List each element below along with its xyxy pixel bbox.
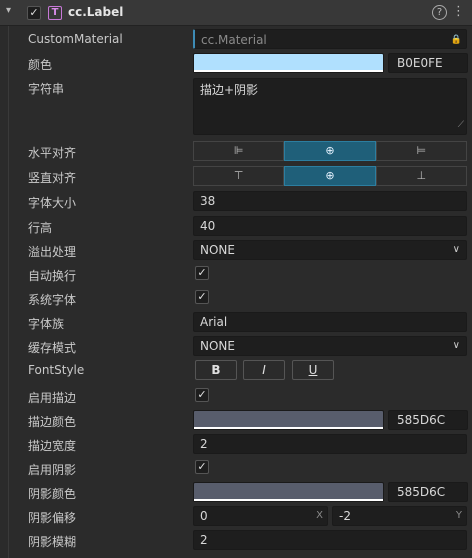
align-right-icon[interactable]: ⊨ [375,141,467,161]
font-style-label: FontStyle [28,363,85,377]
lock-icon[interactable]: 🔒 [451,30,462,48]
string-label: 字符串 [28,82,65,96]
outline-enabled-label: 启用描边 [28,391,77,405]
outline-enabled-checkbox[interactable]: ✓ [195,388,209,402]
h-align-segmented-control: ⊫ ⊕ ⊨ [193,141,467,161]
custom-material-value: cc.Material [201,33,267,47]
chevron-down-icon: ∨ [452,340,460,351]
system-font-label: 系统字体 [28,293,77,307]
help-icon[interactable]: ? [432,5,447,20]
shadow-color-hex-input[interactable]: 585D6C [388,482,468,502]
alpha-bar [194,70,383,72]
shadow-offset-label: 阴影偏移 [28,511,77,525]
component-title: cc.Label [68,5,124,19]
font-size-label: 字体大小 [28,196,77,210]
shadow-enabled-label: 启用阴影 [28,463,77,477]
line-height-input[interactable]: 40 [193,216,467,236]
v-align-label: 竖直对齐 [28,171,77,185]
h-align-label: 水平对齐 [28,146,77,160]
component-header[interactable]: ▾ ✓ T cc.Label ? ⋮ [0,0,472,26]
component-enabled-checkbox[interactable]: ✓ [27,6,41,20]
system-font-checkbox[interactable]: ✓ [195,290,209,304]
shadow-offset-y-value: -2 [339,509,351,523]
font-family-label: 字体族 [28,317,65,331]
overflow-select[interactable]: NONE ∨ [193,240,467,260]
indent-rule [8,26,9,558]
wrap-label: 自动换行 [28,269,77,283]
shadow-blur-input[interactable]: 2 [193,530,467,550]
alpha-bar [194,499,383,501]
italic-button[interactable]: I [243,360,285,380]
string-textarea[interactable]: 描边+阴影 ⟋ [193,78,467,135]
collapse-caret-icon[interactable]: ▾ [6,5,11,16]
outline-width-label: 描边宽度 [28,439,77,453]
font-family-input[interactable]: Arial [193,312,467,332]
resize-handle-icon[interactable]: ⟋ [458,116,464,134]
color-label: 颜色 [28,58,53,72]
shadow-blur-label: 阴影模糊 [28,535,77,549]
font-size-input[interactable]: 38 [193,191,467,211]
shadow-color-label: 阴影颜色 [28,487,77,501]
outline-color-label: 描边颜色 [28,415,77,429]
align-bottom-icon[interactable]: ⊥ [375,166,467,186]
shadow-color-swatch[interactable] [193,482,384,502]
align-center-icon[interactable]: ⊕ [284,141,376,161]
overflow-label: 溢出处理 [28,245,77,259]
outline-width-input[interactable]: 2 [193,434,467,454]
cache-mode-select[interactable]: NONE ∨ [193,336,467,356]
cache-mode-label: 缓存模式 [28,341,77,355]
bold-button[interactable]: B [195,360,237,380]
align-left-icon[interactable]: ⊫ [193,141,285,161]
custom-material-field[interactable]: cc.Material 🔒 [193,29,467,49]
more-menu-icon[interactable]: ⋮ [452,4,465,19]
shadow-offset-x-input[interactable]: 0 X [193,506,328,526]
x-axis-label: X [316,510,323,521]
overflow-value: NONE [200,243,235,257]
wrap-checkbox[interactable]: ✓ [195,266,209,280]
shadow-offset-y-input[interactable]: -2 Y [332,506,467,526]
string-value: 描边+阴影 [200,83,259,97]
shadow-offset-x-value: 0 [200,509,208,523]
align-top-icon[interactable]: ⊤ [193,166,285,186]
underline-button[interactable]: U [292,360,334,380]
outline-color-hex-input[interactable]: 585D6C [388,410,468,430]
shadow-enabled-checkbox[interactable]: ✓ [195,460,209,474]
v-align-segmented-control: ⊤ ⊕ ⊥ [193,166,467,186]
color-swatch[interactable] [193,53,384,73]
custom-material-label: CustomMaterial [28,32,123,46]
label-component-panel: ▾ ✓ T cc.Label ? ⋮ CustomMaterial cc.Mat… [0,0,472,558]
align-middle-icon[interactable]: ⊕ [284,166,376,186]
outline-color-swatch[interactable] [193,410,384,430]
cache-mode-value: NONE [200,339,235,353]
color-hex-input[interactable]: B0E0FE [388,53,468,73]
line-height-label: 行高 [28,221,53,235]
chevron-down-icon: ∨ [452,244,460,255]
alpha-bar [194,427,383,429]
label-component-icon: T [48,6,62,20]
y-axis-label: Y [455,510,462,521]
